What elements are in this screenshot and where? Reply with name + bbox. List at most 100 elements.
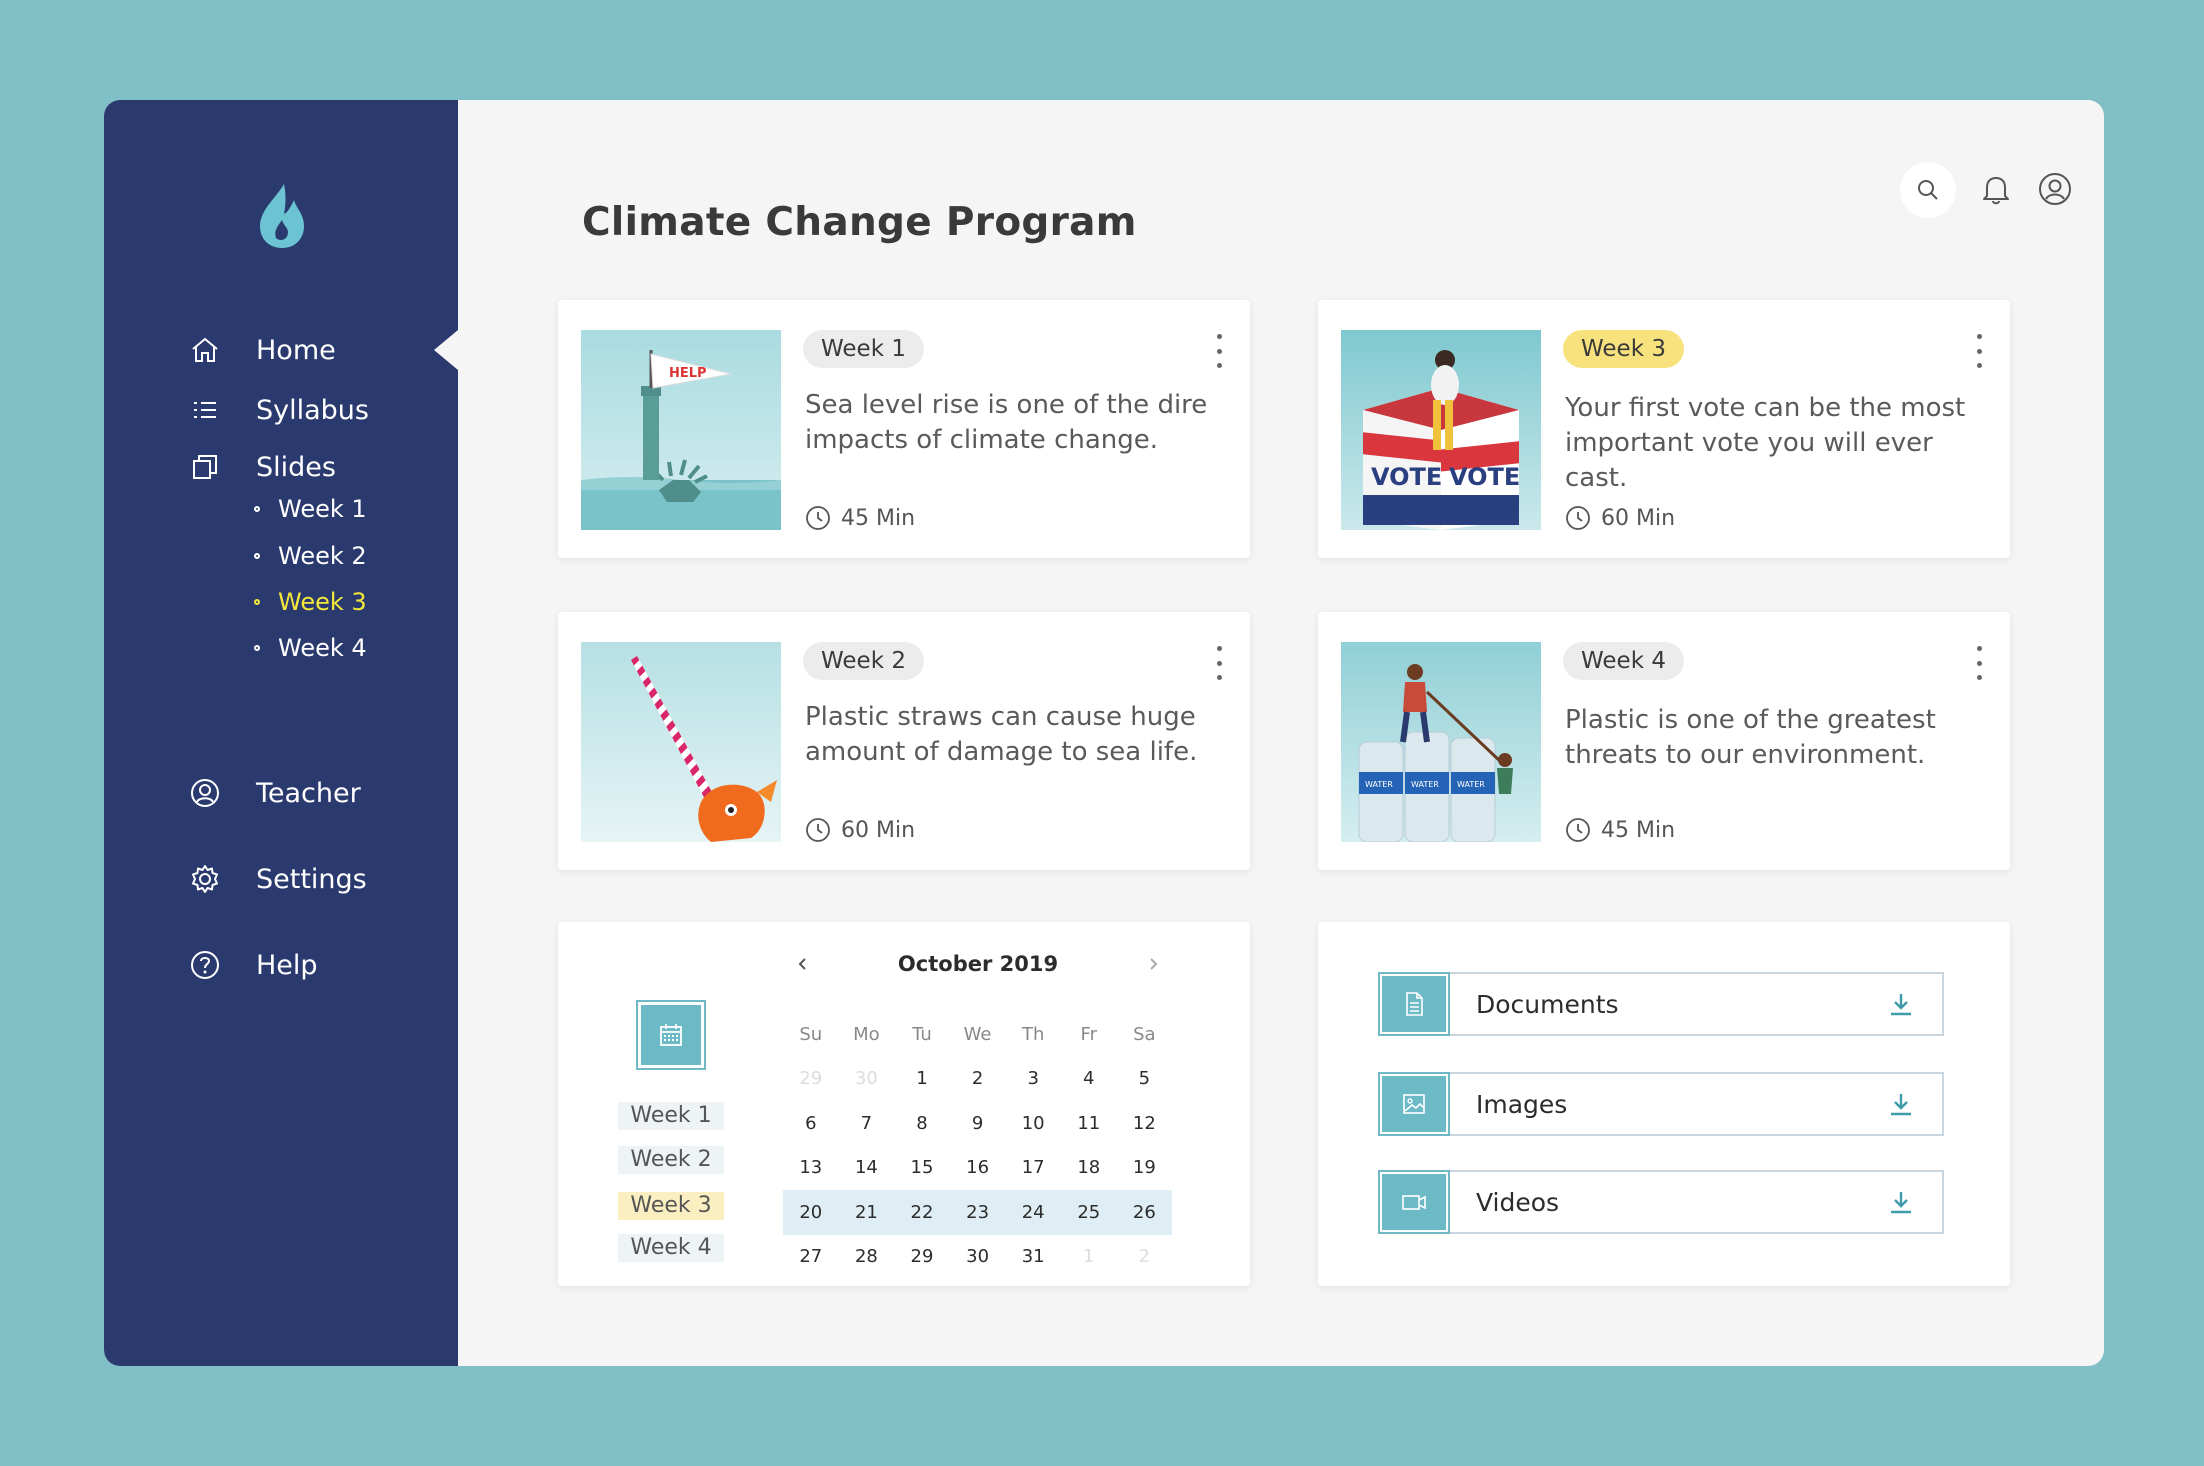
calendar-week-2[interactable]: Week 2 xyxy=(618,1146,724,1174)
calendar-day[interactable]: 4 xyxy=(1061,1068,1117,1089)
slides-week-4-label: Week 4 xyxy=(278,634,367,662)
calendar-day[interactable]: 8 xyxy=(894,1113,950,1134)
slides-week-3[interactable]: Week 3 xyxy=(254,588,367,616)
calendar-day[interactable]: 29 xyxy=(783,1068,839,1089)
calendar-day[interactable]: 27 xyxy=(783,1246,839,1267)
calendar-day[interactable]: 7 xyxy=(839,1113,895,1134)
calendar-weekday-row: Su Mo Tu We Th Fr Sa xyxy=(783,1012,1172,1057)
calendar-day[interactable]: 12 xyxy=(1117,1113,1173,1134)
slides-week-1-label: Week 1 xyxy=(278,495,367,523)
calendar-day[interactable]: 11 xyxy=(1061,1113,1117,1134)
more-options-icon[interactable] xyxy=(1972,646,1986,680)
calendar-day[interactable]: 26 xyxy=(1117,1202,1173,1223)
slides-week-2[interactable]: Week 2 xyxy=(254,542,367,570)
calendar-day[interactable]: 24 xyxy=(1005,1202,1061,1223)
nav-teacher[interactable]: Teacher xyxy=(188,776,361,810)
next-month-button[interactable] xyxy=(1138,949,1168,979)
images-download-row[interactable]: Images xyxy=(1378,1072,1944,1136)
weekday-label: Sa xyxy=(1133,1023,1156,1045)
download-icon[interactable] xyxy=(1886,989,1916,1019)
lesson-card-week-3[interactable]: VOTE VOTE Week 3 Your first vote can be … xyxy=(1318,300,2010,558)
main-content: Climate Change Program HELP Week 1 Sea l… xyxy=(458,100,2104,1366)
weekday-label: Tu xyxy=(912,1023,932,1045)
calendar-day[interactable]: 18 xyxy=(1061,1157,1117,1178)
document-icon xyxy=(1406,992,1423,1016)
lesson-duration: 60 Min xyxy=(1565,505,1675,531)
search-button[interactable] xyxy=(1900,162,1956,218)
nav-settings-label: Settings xyxy=(256,863,367,895)
calendar-header: October 2019 xyxy=(788,944,1168,984)
calendar-month: October 2019 xyxy=(897,952,1059,976)
documents-download-row[interactable]: Documents xyxy=(1378,972,1944,1036)
calendar-day[interactable]: 17 xyxy=(1005,1157,1061,1178)
calendar-day[interactable]: 1 xyxy=(1061,1246,1117,1267)
calendar-button[interactable] xyxy=(636,1000,706,1070)
gear-icon xyxy=(188,862,222,896)
more-options-icon[interactable] xyxy=(1212,646,1226,680)
nav-help[interactable]: Help xyxy=(188,948,318,982)
calendar-day[interactable]: 14 xyxy=(839,1157,895,1178)
slides-week-4[interactable]: Week 4 xyxy=(254,634,367,662)
calendar-day[interactable]: 16 xyxy=(950,1157,1006,1178)
slides-week-1[interactable]: Week 1 xyxy=(254,495,367,523)
documents-label: Documents xyxy=(1476,989,1619,1019)
calendar-day[interactable]: 2 xyxy=(1117,1246,1173,1267)
calendar-day[interactable]: 15 xyxy=(894,1157,950,1178)
calendar-card: Week 1 Week 2 Week 3 Week 4 October 2019… xyxy=(558,922,1250,1286)
calendar-week-4[interactable]: Week 4 xyxy=(618,1234,724,1262)
download-icon[interactable] xyxy=(1886,1089,1916,1119)
more-options-icon[interactable] xyxy=(1212,334,1226,368)
lesson-card-week-1[interactable]: HELP Week 1 Sea level rise is one of the… xyxy=(558,300,1250,558)
lesson-duration: 45 Min xyxy=(1565,817,1675,843)
calendar-day[interactable]: 28 xyxy=(839,1246,895,1267)
nav-slides[interactable]: Slides xyxy=(188,450,336,484)
calendar-grid: Su Mo Tu We Th Fr Sa 29 30 1 2 3 4 5 6 7… xyxy=(783,1012,1173,1279)
prev-month-button[interactable] xyxy=(788,949,818,979)
calendar-day[interactable]: 29 xyxy=(894,1246,950,1267)
nav-settings[interactable]: Settings xyxy=(188,862,367,896)
sidebar: Home Syllabus Slides Week 1 Week 2 Week … xyxy=(104,100,458,1366)
bullet-icon xyxy=(254,645,260,651)
calendar-day[interactable]: 5 xyxy=(1117,1068,1173,1089)
week-pill: Week 1 xyxy=(803,330,924,368)
notifications-button[interactable] xyxy=(1975,168,2017,210)
calendar-day[interactable]: 23 xyxy=(950,1202,1006,1223)
calendar-day[interactable]: 10 xyxy=(1005,1113,1061,1134)
calendar-week-1[interactable]: Week 1 xyxy=(618,1102,724,1130)
calendar-day[interactable]: 31 xyxy=(1005,1246,1061,1267)
clock-icon xyxy=(1566,506,1590,530)
calendar-day[interactable]: 13 xyxy=(783,1157,839,1178)
calendar-day[interactable]: 1 xyxy=(894,1068,950,1089)
lesson-card-week-4[interactable]: WATER WATER WATER Week 4 Plastic is one … xyxy=(1318,612,2010,870)
nav-home[interactable]: Home xyxy=(188,333,336,367)
calendar-icon xyxy=(660,1024,682,1046)
calendar-day[interactable]: 9 xyxy=(950,1113,1006,1134)
calendar-day[interactable]: 25 xyxy=(1061,1202,1117,1223)
calendar-day[interactable]: 30 xyxy=(950,1246,1006,1267)
bullet-icon xyxy=(254,599,260,605)
calendar-day[interactable]: 22 xyxy=(894,1202,950,1223)
clock-icon xyxy=(806,506,830,530)
calendar-day[interactable]: 30 xyxy=(839,1068,895,1089)
lesson-duration: 60 Min xyxy=(805,817,915,843)
calendar-day[interactable]: 19 xyxy=(1117,1157,1173,1178)
account-button[interactable] xyxy=(2034,168,2076,210)
download-icon[interactable] xyxy=(1886,1187,1916,1217)
calendar-day[interactable]: 2 xyxy=(950,1068,1006,1089)
calendar-day[interactable]: 6 xyxy=(783,1113,839,1134)
calendar-day[interactable]: 20 xyxy=(783,1202,839,1223)
calendar-week-3[interactable]: Week 3 xyxy=(618,1192,724,1220)
clock-icon xyxy=(1566,818,1590,842)
droplet-flame-icon[interactable] xyxy=(254,180,310,250)
lesson-description: Plastic straws can cause huge amount of … xyxy=(805,702,1198,767)
more-options-icon[interactable] xyxy=(1972,334,1986,368)
duration-label: 60 Min xyxy=(841,817,916,843)
lesson-card-week-2[interactable]: Week 2 Plastic straws can cause huge amo… xyxy=(558,612,1250,870)
videos-download-row[interactable]: Videos xyxy=(1378,1170,1944,1234)
nav-syllabus[interactable]: Syllabus xyxy=(188,393,369,427)
account-icon xyxy=(2039,173,2071,205)
calendar-day[interactable]: 21 xyxy=(839,1202,895,1223)
weekday-label: Fr xyxy=(1080,1023,1097,1045)
duration-label: 45 Min xyxy=(1601,817,1676,843)
calendar-day[interactable]: 3 xyxy=(1005,1068,1061,1089)
